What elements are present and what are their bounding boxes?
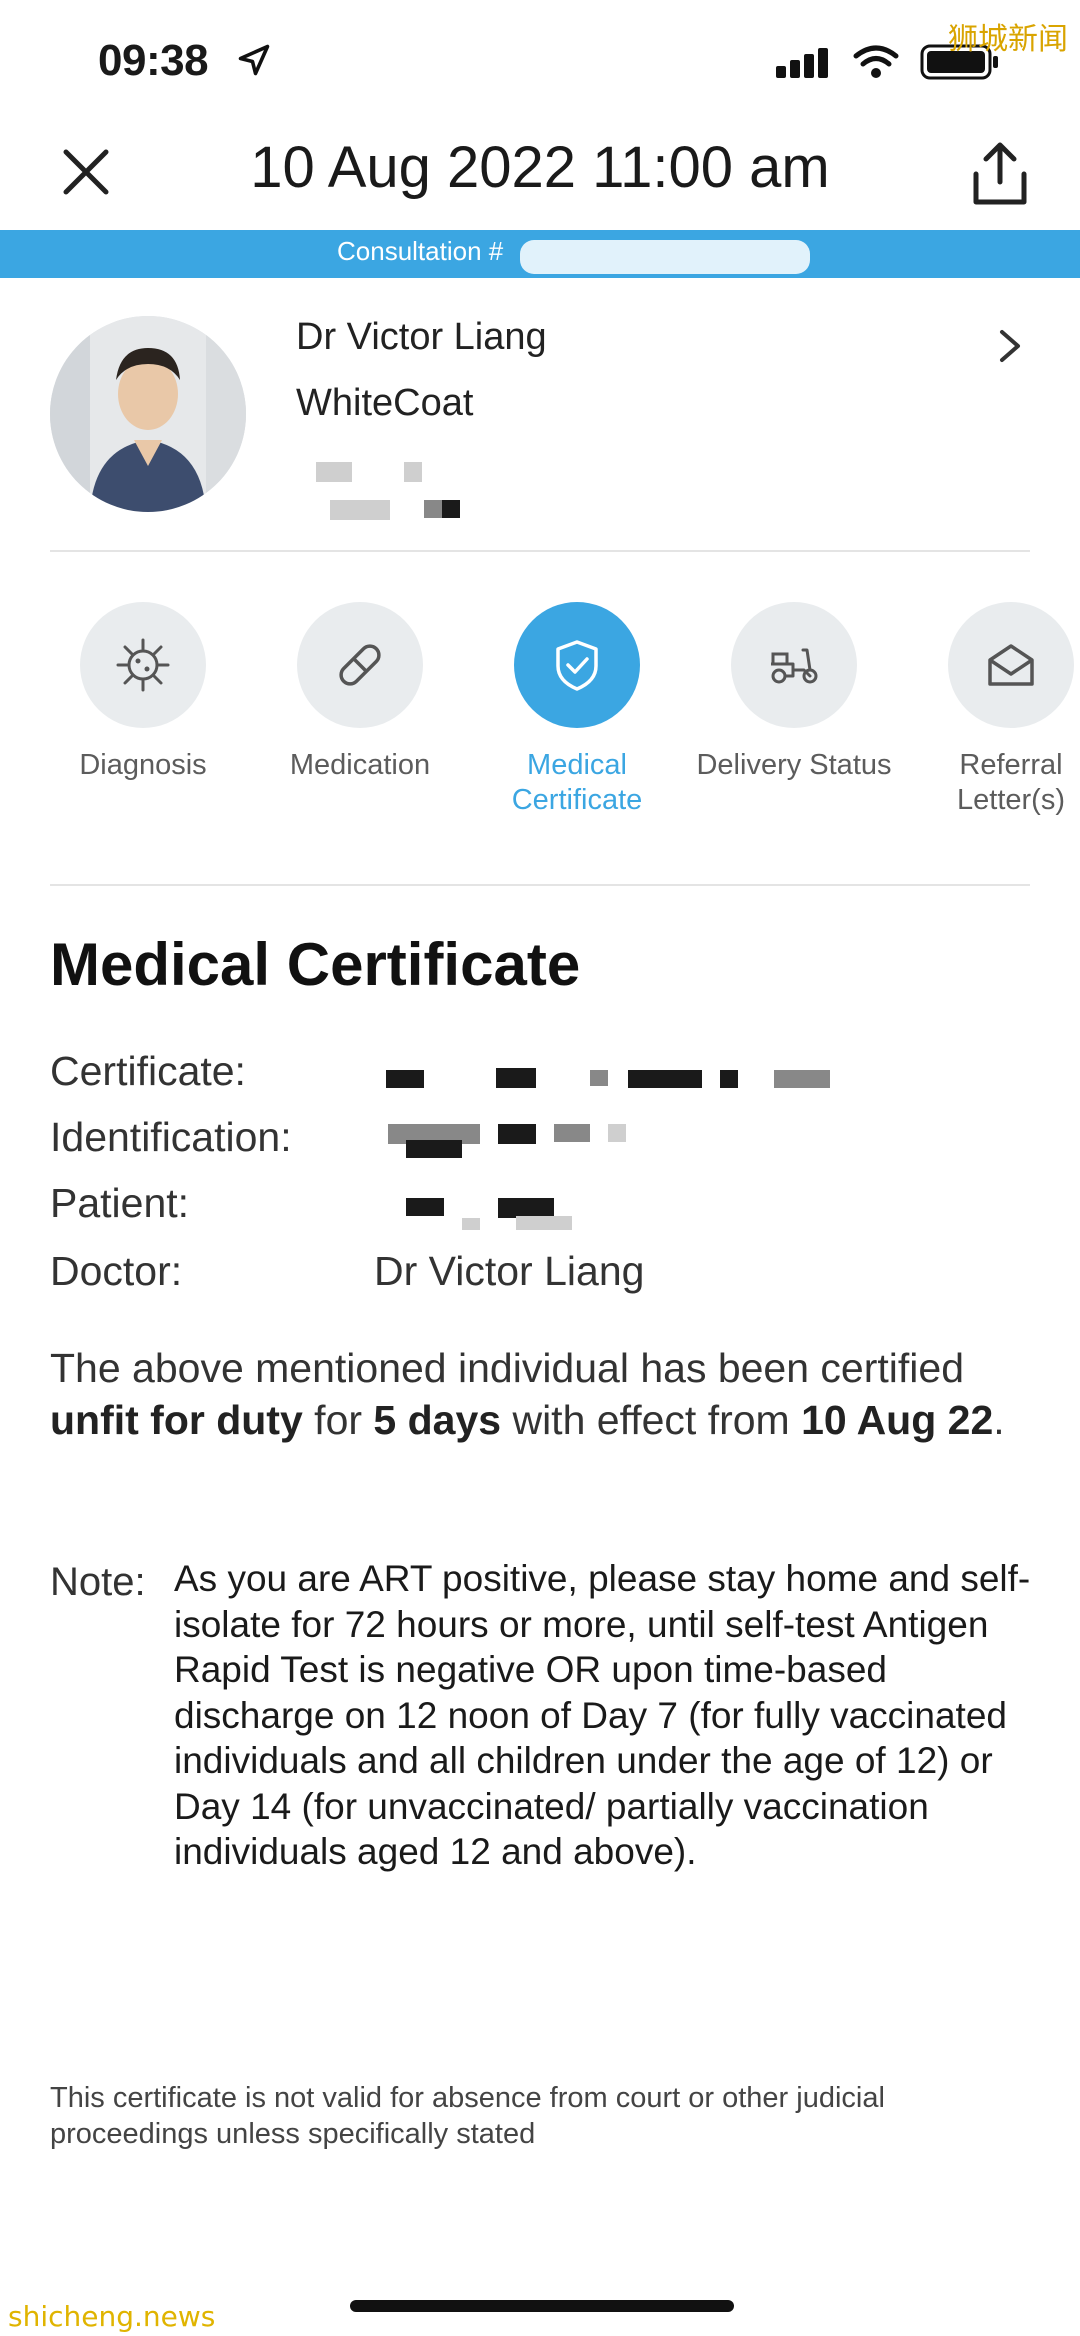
identification-label: Identification: <box>50 1114 292 1160</box>
redacted-block <box>498 1124 536 1144</box>
divider <box>50 550 1030 552</box>
doctor-value: Dr Victor Liang <box>374 1248 645 1294</box>
doctor-label: Doctor: <box>50 1248 183 1294</box>
redacted-block <box>404 462 422 482</box>
redacted-block <box>406 1140 462 1158</box>
doctor-avatar <box>50 316 246 512</box>
patient-label: Patient: <box>50 1180 190 1226</box>
tab-icon-circle <box>731 602 857 728</box>
tab-icon-circle <box>948 602 1074 728</box>
tab-medical-certificate[interactable]: Medical Certificate <box>477 602 677 818</box>
avatar-photo <box>50 316 246 512</box>
tab-medication[interactable]: Medication <box>260 602 460 783</box>
chevron-right-icon[interactable] <box>996 326 1024 366</box>
statement-unfit: unfit for duty <box>50 1397 303 1443</box>
certificate-heading: Medical Certificate <box>50 931 581 998</box>
statement-text: The above mentioned individual has been … <box>50 1345 964 1391</box>
scooter-icon <box>771 648 818 684</box>
divider <box>50 884 1030 886</box>
page-title: 10 Aug 2022 11:00 am <box>250 135 830 200</box>
tab-label: Delivery Status <box>696 749 892 781</box>
tab-referral-letters[interactable]: Referral Letter(s) <box>911 602 1080 818</box>
doctor-organization: WhiteCoat <box>296 382 474 424</box>
shield-check-icon <box>556 640 598 691</box>
redacted-consultation-number <box>520 240 810 274</box>
virus-icon <box>116 638 170 692</box>
redacted-block <box>462 1218 480 1230</box>
statement-days: 5 days <box>373 1397 502 1443</box>
redacted-block <box>720 1070 738 1088</box>
redacted-block <box>424 500 442 518</box>
redacted-block <box>554 1124 590 1142</box>
redacted-block <box>516 1216 572 1230</box>
note-text: As you are ART positive, please stay hom… <box>174 1558 1031 1872</box>
watermark-top: 狮城新闻 <box>948 22 1068 57</box>
statement-text: for <box>302 1397 374 1443</box>
redacted-block <box>628 1070 702 1088</box>
redacted-block <box>330 500 390 520</box>
tab-label: Medication <box>289 749 431 781</box>
status-time: 09:38 <box>98 36 209 85</box>
tab-icon-circle <box>80 602 206 728</box>
statement-text: . <box>993 1397 1005 1443</box>
redacted-block <box>590 1070 608 1086</box>
tab-label: Referral Letter(s) <box>957 749 1065 816</box>
certificate-statement: The above mentioned individual has been … <box>50 1342 1040 1446</box>
redacted-block <box>498 1198 554 1218</box>
statement-text: with effect from <box>501 1397 802 1443</box>
home-indicator[interactable] <box>350 2300 734 2312</box>
cellular-signal-icon <box>776 48 828 78</box>
disclaimer: This certificate is not valid for absenc… <box>50 2082 885 2150</box>
tab-label: Diagnosis <box>79 749 207 781</box>
tab-delivery-status[interactable]: Delivery Status <box>694 602 894 783</box>
statement-date: 10 Aug 22 <box>801 1397 994 1443</box>
tab-icon-circle <box>514 602 640 728</box>
redacted-certificate-number <box>386 1070 424 1088</box>
doctor-name[interactable]: Dr Victor Liang <box>296 316 547 359</box>
share-icon[interactable] <box>968 140 1032 208</box>
tab-diagnosis[interactable]: Diagnosis <box>43 602 243 783</box>
redacted-block <box>608 1124 626 1142</box>
redacted-block <box>442 500 460 518</box>
certificate-label: Certificate: <box>50 1048 246 1094</box>
pill-icon <box>339 644 381 686</box>
note-label: Note: <box>50 1560 146 1604</box>
envelope-icon <box>988 644 1034 686</box>
consultation-label: Consultation # <box>337 236 504 266</box>
redacted-patient <box>406 1198 444 1216</box>
tab-label: Medical Certificate <box>511 749 643 816</box>
watermark-bottom: shicheng.news <box>8 2300 216 2333</box>
location-arrow-icon <box>238 44 270 76</box>
tab-icon-circle <box>297 602 423 728</box>
redacted-block <box>774 1070 830 1088</box>
redacted-block <box>316 462 352 482</box>
redacted-block <box>496 1068 536 1088</box>
wifi-icon <box>853 45 899 78</box>
